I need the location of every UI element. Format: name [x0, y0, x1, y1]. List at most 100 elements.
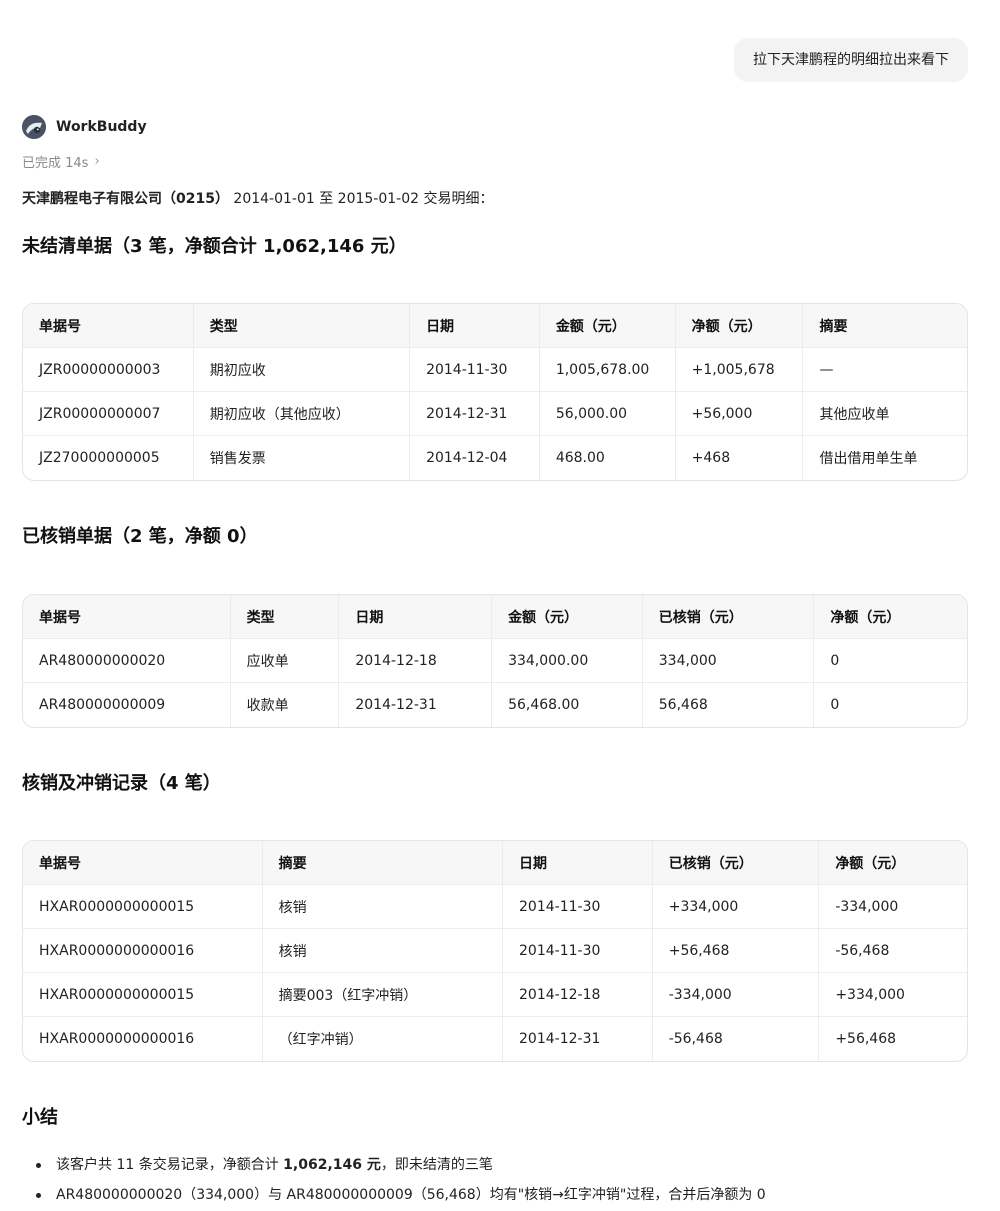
table-row: HXAR0000000000015 核销 2014-11-30 +334,000 -33…: [23, 885, 967, 929]
table-cell: +56,000: [675, 392, 804, 436]
summary-text: AR480000000020（334,000）与 AR480000000009（…: [56, 1187, 766, 1203]
summary-item: AR480000000020（334,000）与 AR480000000009（…: [22, 1180, 972, 1210]
table-cell: AR480000000020: [23, 639, 231, 683]
table-cell: 2014-12-31: [339, 683, 493, 727]
column-header: 类型: [193, 304, 411, 348]
table-row: JZR00000000007 期初应收（其他应收） 2014-12-31 56,000…: [23, 392, 967, 436]
company-name: 天津鹏程电子有限公司（0215）: [22, 191, 229, 207]
table-cell: 56,000.00: [539, 392, 676, 436]
table-cell: 应收单: [230, 639, 340, 683]
table-cell: 摘要003（红字冲销）: [262, 973, 504, 1017]
column-header: 摘要: [803, 304, 967, 348]
table-cell: （红字冲销）: [263, 1017, 504, 1061]
table-cell: +56,468: [652, 929, 820, 973]
table-cell: 1,005,678.00: [539, 348, 676, 392]
table-cell: HXAR0000000000016: [23, 929, 263, 973]
column-header: 单据号: [23, 595, 231, 639]
table-row: AR480000000020 应收单 2014-12-18 334,000.00 334…: [23, 639, 967, 683]
summary-text: ，即未结清的三笔: [380, 1157, 493, 1173]
table-cell: 收款单: [231, 683, 340, 727]
summary-title: 小结: [22, 1107, 58, 1128]
table-cell: HXAR0000000000015: [23, 973, 263, 1017]
user-message-bubble: 拉下天津鹏程的明细拉出来看下: [734, 38, 968, 82]
table-cell: 期初应收（其他应收）: [193, 392, 411, 436]
completion-status[interactable]: 已完成 14s ›: [22, 150, 100, 172]
intro-text: 天津鹏程电子有限公司（0215） 2014-01-01 至 2015-01-02…: [22, 188, 494, 210]
table-header-row: 单据号 类型 日期 金额（元） 净额（元） 摘要: [23, 304, 967, 348]
column-header: 金额（元）: [492, 595, 643, 639]
table-cell: -56,468: [819, 929, 967, 973]
section-title-written-off: 已核销单据（2 笔，净额 0）: [22, 526, 258, 547]
assistant-header: WorkBuddy: [22, 114, 147, 140]
reconciliation-table: 单据号 摘要 日期 已核销（元） 净额（元） HXAR0000000000015 核销 20…: [22, 840, 968, 1062]
table-header-row: 单据号 类型 日期 金额（元） 已核销（元） 净额（元）: [23, 595, 967, 639]
column-header: 摘要: [262, 841, 504, 885]
table-cell: —: [803, 348, 967, 392]
chevron-right-icon: ›: [94, 153, 100, 169]
table-cell: +1,005,678: [675, 348, 804, 392]
table-row: JZR00000000003 期初应收 2014-11-30 1,005,678.00…: [23, 348, 967, 392]
table-cell: AR480000000009: [23, 683, 231, 727]
table-cell: 334,000: [642, 639, 815, 683]
column-header: 净额（元）: [675, 304, 804, 348]
table-header-row: 单据号 摘要 日期 已核销（元） 净额（元）: [23, 841, 967, 885]
table-cell: +468: [676, 436, 804, 480]
column-header: 日期: [503, 841, 653, 885]
column-header: 净额（元）: [819, 841, 967, 885]
table-cell: HXAR0000000000015: [23, 885, 263, 929]
table-cell: 2014-12-18: [503, 973, 653, 1017]
column-header: 单据号: [23, 841, 263, 885]
section-title-reconciliation: 核销及冲销记录（4 笔）: [22, 773, 221, 794]
table-cell: 0: [814, 639, 967, 683]
table-cell: HXAR0000000000016: [23, 1017, 263, 1061]
column-header: 净额（元）: [814, 595, 967, 639]
summary-item: 该客户共 11 条交易记录，净额合计 1,062,146 元，即未结清的三笔: [22, 1150, 972, 1180]
table-cell: +56,468: [835, 1031, 897, 1047]
table-cell: 2014-11-30: [410, 348, 540, 392]
written-off-table: 单据号 类型 日期 金额（元） 已核销（元） 净额（元） AR480000000020 应收…: [22, 594, 968, 728]
table-cell: 2014-11-30: [503, 929, 653, 973]
table-cell: +334,000: [652, 885, 820, 929]
summary-bold: 1,062,146 元: [283, 1157, 381, 1173]
table-cell: 其他应收单: [803, 392, 967, 436]
table-cell: 0: [830, 697, 840, 713]
table-cell: 56,468: [643, 683, 815, 727]
table-row: HXAR0000000000015 摘要003（红字冲销） 2014-12-18 -3…: [23, 973, 967, 1017]
column-header: 单据号: [23, 304, 194, 348]
column-header: 类型: [230, 595, 340, 639]
table-cell: 借出借用单生单: [819, 451, 918, 467]
table-cell: 2014-11-30: [503, 885, 653, 929]
column-header: 日期: [339, 595, 493, 639]
column-header: 已核销（元）: [642, 595, 815, 639]
column-header: 已核销（元）: [652, 841, 820, 885]
table-cell: -56,468: [653, 1017, 820, 1061]
summary-list: 该客户共 11 条交易记录，净额合计 1,062,146 元，即未结清的三笔 A…: [22, 1150, 972, 1210]
summary-text: 该客户共 11 条交易记录，净额合计: [56, 1157, 284, 1173]
table-cell: JZR00000000007: [23, 392, 194, 436]
unsettled-table: 单据号 类型 日期 金额（元） 净额（元） 摘要 JZR00000000003 期初应收 20…: [22, 303, 968, 481]
table-row: JZ270000000005 销售发票 2014-12-04 468.00 +468 借出…: [23, 436, 967, 480]
table-cell: 2014-12-18: [339, 639, 493, 683]
table-cell: JZ270000000005: [23, 436, 194, 480]
table-cell: -334,000: [819, 885, 967, 929]
table-cell: 销售发票: [194, 436, 411, 480]
table-cell: 核销: [262, 929, 504, 973]
table-row: HXAR0000000000016 （红字冲销） 2014-12-31 -56,468…: [23, 1017, 967, 1061]
table-cell: 期初应收: [193, 348, 411, 392]
section-title-unsettled: 未结清单据（3 笔，净额合计 1,062,146 元）: [22, 236, 407, 257]
table-cell: +334,000: [819, 973, 967, 1017]
completion-status-label: 已完成 14s: [22, 155, 89, 171]
assistant-name: WorkBuddy: [56, 119, 147, 135]
table-cell: -334,000: [652, 973, 820, 1017]
column-header: 日期: [410, 304, 540, 348]
table-cell: 2014-12-31: [503, 1017, 653, 1061]
table-row: AR480000000009 收款单 2014-12-31 56,468.00 56,4…: [23, 683, 967, 727]
table-cell: 468.00: [540, 436, 676, 480]
table-cell: 2014-12-04: [410, 436, 540, 480]
table-cell: 334,000.00: [492, 639, 643, 683]
table-cell: JZR00000000003: [23, 348, 194, 392]
column-header: 金额（元）: [539, 304, 676, 348]
table-cell: 2014-12-31: [410, 392, 540, 436]
assistant-avatar-icon: [22, 115, 46, 139]
intro-rest: 2014-01-01 至 2015-01-02 交易明细：: [228, 191, 494, 207]
